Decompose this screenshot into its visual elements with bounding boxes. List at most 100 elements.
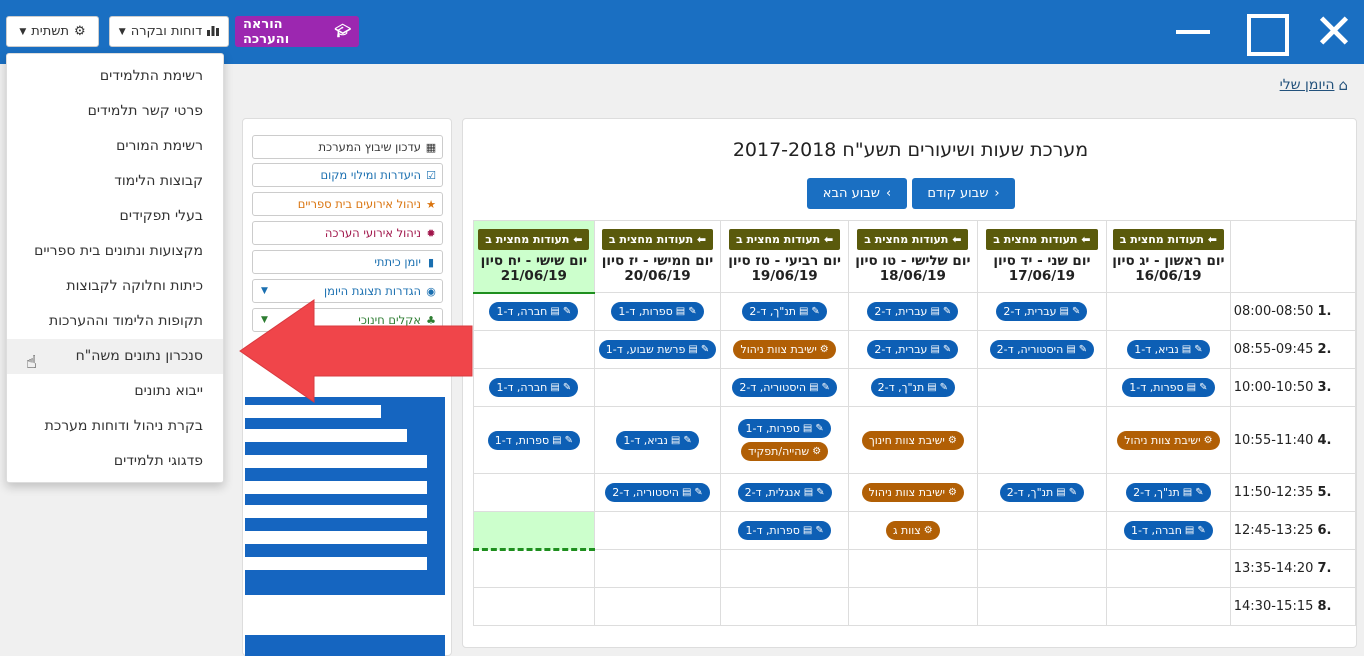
lesson-pill[interactable]: ✎ ▤ ספרות, ד-1: [611, 302, 704, 321]
schedule-cell[interactable]: ✎ ▤ חברה, ד-1: [473, 368, 595, 407]
schedule-cell[interactable]: ✎ ▤ היסטוריה, ד-2: [976, 330, 1108, 369]
lesson-pill[interactable]: ✎ ▤ עברית, ד-2: [867, 302, 959, 321]
schedule-cell[interactable]: ✎ ▤ אנגלית, ד-2: [720, 473, 849, 512]
schedule-cell[interactable]: ⚙ צוות ג: [847, 511, 978, 550]
schedule-cell[interactable]: ✎ ▤ תנ"ך, ד-2: [976, 473, 1108, 512]
side-item-absence[interactable]: היעדרות ומילוי מקום ☑: [252, 163, 443, 187]
lesson-pill[interactable]: ✎ ▤ תנ"ך, ד-2: [870, 378, 956, 397]
exit-badge[interactable]: ⬅ תעודות מחצית ב: [1112, 229, 1224, 250]
menu-item[interactable]: בעלי תפקידים: [7, 199, 203, 234]
exit-badge[interactable]: ⬅ תעודות מחצית ב: [601, 229, 714, 250]
teaching-menu-button[interactable]: הוראה והערכה 🎓︎: [235, 16, 359, 47]
schedule-cell[interactable]: ✎ ▤ ספרות, ד-1: [473, 406, 595, 474]
minimize-button[interactable]: [1172, 10, 1216, 54]
lesson-pill[interactable]: ✎ ▤ ספרות, ד-1: [1122, 378, 1215, 397]
schedule-cell[interactable]: ✎ ▤ פרשת שבוע, ד-1: [593, 330, 722, 369]
schedule-cell[interactable]: ⚙ ישיבת צוות ניהול: [1106, 406, 1231, 474]
close-button[interactable]: ✕: [1312, 8, 1356, 56]
meeting-pill[interactable]: ⚙ ישיבת צוות חינוך: [861, 430, 964, 450]
exit-badge[interactable]: ⬅ תעודות מחצית ב: [728, 229, 841, 250]
schedule-cell[interactable]: [1106, 549, 1231, 588]
schedule-cell[interactable]: ✎ ▤ תנ"ך, ד-2: [1106, 473, 1231, 512]
schedule-cell[interactable]: ✎ ▤ עברית, ד-2: [847, 330, 978, 369]
schedule-cell[interactable]: [473, 587, 595, 626]
schedule-cell[interactable]: [976, 549, 1108, 588]
lesson-pill[interactable]: ✎ ▤ תנ"ך, ד-2: [1126, 483, 1211, 502]
schedule-cell[interactable]: [473, 330, 595, 369]
lesson-pill[interactable]: ✎ ▤ תנ"ך, ד-2: [999, 483, 1085, 502]
menu-item[interactable]: קבוצות הלימוד: [7, 164, 203, 199]
schedule-cell[interactable]: [847, 549, 978, 588]
schedule-cell[interactable]: [473, 473, 595, 512]
exit-badge[interactable]: ⬅ תעודות מחצית ב: [478, 228, 590, 250]
lesson-pill[interactable]: ✎ ▤ תנ"ך, ד-2: [742, 302, 827, 321]
schedule-cell[interactable]: ✎ ▤ ספרות, ד-1: [593, 292, 722, 331]
schedule-cell[interactable]: [720, 549, 849, 588]
side-item-assessment-events[interactable]: ניהול אירועי הערכה ✹: [252, 221, 443, 245]
side-item-class-diary[interactable]: יומן כיתתי ▮: [252, 250, 443, 274]
schedule-cell[interactable]: [473, 511, 595, 551]
schedule-cell[interactable]: ✎ ▤ חברה, ד-1: [1106, 511, 1231, 550]
schedule-cell[interactable]: ⚙ ישיבת צוות חינוך: [847, 406, 978, 474]
schedule-cell[interactable]: ⚙ ישיבת צוות ניהול: [847, 473, 978, 512]
settings-menu-button[interactable]: ▼ תשתית ⚙: [6, 16, 99, 47]
schedule-cell[interactable]: [1106, 587, 1231, 626]
side-item-school-events[interactable]: ניהול אירועים בית ספריים ★: [252, 192, 443, 216]
schedule-cell[interactable]: ⚙ ישיבת צוות ניהול: [720, 330, 849, 369]
lesson-pill[interactable]: ✎ ▤ חברה, ד-1: [489, 378, 579, 397]
meeting-pill[interactable]: ⚙ שהייה/תפקיד: [741, 442, 829, 461]
maximize-button[interactable]: [1245, 10, 1289, 56]
lesson-pill[interactable]: ✎ ▤ היסטוריה, ד-2: [605, 483, 710, 502]
schedule-cell[interactable]: [976, 406, 1108, 474]
prev-week-button[interactable]: שבוע קודם ›: [912, 178, 1015, 209]
menu-item[interactable]: בקרת ניהול ודוחות מערכת: [7, 409, 203, 444]
menu-item[interactable]: רשימת התלמידים: [7, 59, 203, 94]
menu-item[interactable]: כיתות וחלוקה לקבוצות: [7, 269, 203, 304]
schedule-cell[interactable]: ✎ ▤ ספרות, ד-1: [720, 511, 849, 550]
reports-menu-button[interactable]: ▼ דוחות ובקרה: [109, 16, 229, 47]
schedule-cell[interactable]: ✎ ▤ עברית, ד-2: [976, 292, 1108, 331]
lesson-pill[interactable]: ✎ ▤ היסטוריה, ד-2: [732, 378, 837, 397]
exit-badge[interactable]: ⬅ תעודות מחצית ב: [986, 229, 1098, 250]
schedule-cell[interactable]: ✎ ▤ היסטוריה, ד-2: [593, 473, 722, 512]
schedule-cell[interactable]: ✎ ▤ תנ"ך, ד-2: [847, 368, 978, 407]
menu-item[interactable]: תקופות הלימוד וההערכות: [7, 304, 203, 339]
lesson-pill[interactable]: ✎ ▤ חברה, ד-1: [489, 302, 579, 322]
schedule-cell[interactable]: ✎ ▤ ספרות, ד-1: [1106, 368, 1231, 407]
schedule-cell[interactable]: [976, 368, 1108, 407]
lesson-pill[interactable]: ✎ ▤ נביא, ד-1: [1127, 340, 1210, 359]
lesson-pill[interactable]: ✎ ▤ נביא, ד-1: [616, 430, 699, 450]
lesson-pill[interactable]: ✎ ▤ פרשת שבוע, ד-1: [598, 340, 717, 359]
schedule-cell[interactable]: [473, 549, 595, 588]
schedule-cell[interactable]: ✎ ▤ עברית, ד-2: [847, 292, 978, 331]
next-week-button[interactable]: שבוע הבא ‹: [807, 178, 907, 209]
schedule-cell[interactable]: [593, 549, 722, 588]
menu-item[interactable]: פרטי קשר תלמידים: [7, 94, 203, 129]
breadcrumb-link-my-diary[interactable]: היומן שלי: [1280, 77, 1335, 93]
lesson-pill[interactable]: ✎ ▤ חברה, ד-1: [1124, 521, 1213, 540]
side-item-update-schedule[interactable]: עדכון שיבוץ המערכת ▦: [252, 135, 443, 159]
lesson-pill[interactable]: ✎ ▤ עברית, ד-2: [867, 340, 959, 359]
schedule-cell[interactable]: [593, 511, 722, 550]
menu-item[interactable]: רשימת המורים: [7, 129, 203, 164]
schedule-cell[interactable]: [1106, 292, 1231, 331]
lesson-pill[interactable]: ✎ ▤ אנגלית, ד-2: [737, 483, 832, 502]
lesson-pill[interactable]: ✎ ▤ ספרות, ד-1: [487, 430, 580, 450]
schedule-cell[interactable]: ✎ ▤ היסטוריה, ד-2: [720, 368, 849, 407]
schedule-cell[interactable]: ✎ ▤ ספרות, ד-1 ⚙ שהייה/תפקיד: [720, 406, 849, 474]
exit-badge[interactable]: ⬅ תעודות מחצית ב: [857, 229, 969, 250]
schedule-cell[interactable]: ✎ ▤ נביא, ד-1: [1106, 330, 1231, 369]
schedule-cell[interactable]: [847, 587, 978, 626]
lesson-pill[interactable]: ✎ ▤ ספרות, ד-1: [738, 521, 831, 540]
menu-item[interactable]: מקצועות ונתונים בית ספריים: [7, 234, 203, 269]
schedule-cell[interactable]: ✎ ▤ חברה, ד-1: [473, 292, 595, 331]
schedule-cell[interactable]: [976, 587, 1108, 626]
lesson-pill[interactable]: ✎ ▤ עברית, ד-2: [996, 302, 1088, 321]
schedule-cell[interactable]: [976, 511, 1108, 550]
schedule-cell[interactable]: ✎ ▤ תנ"ך, ד-2: [720, 292, 849, 331]
lesson-pill[interactable]: ✎ ▤ ספרות, ד-1: [738, 419, 831, 438]
lesson-pill[interactable]: ✎ ▤ היסטוריה, ד-2: [989, 340, 1095, 359]
menu-item[interactable]: ייבוא נתונים: [7, 374, 203, 409]
meeting-pill[interactable]: ⚙ ישיבת צוות ניהול: [861, 483, 964, 502]
schedule-cell[interactable]: [720, 587, 849, 626]
